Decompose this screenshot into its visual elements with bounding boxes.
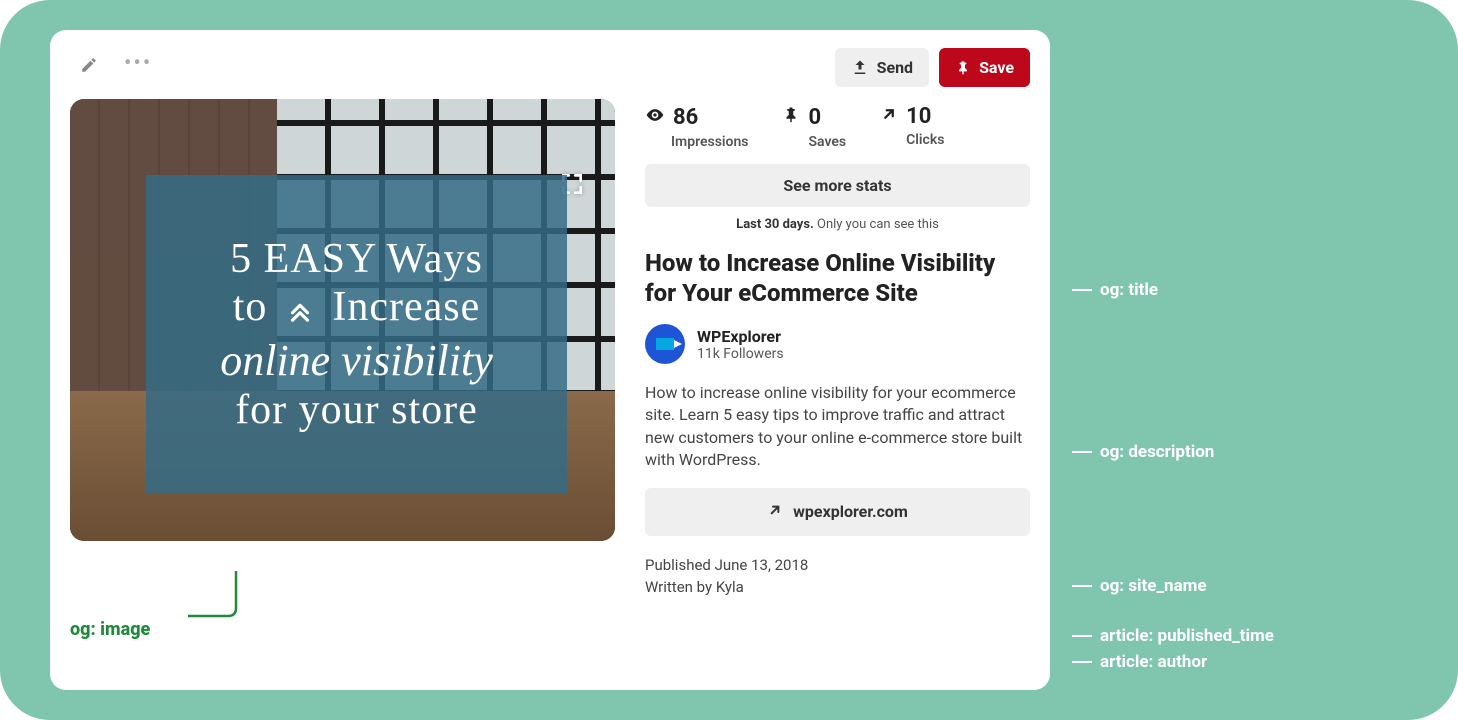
chevron-up-icon [285, 287, 315, 335]
stat-impressions: 86 Impressions [645, 105, 748, 150]
stats-row: 86 Impressions 0 Saves [645, 105, 1030, 150]
save-button[interactable]: Save [939, 48, 1030, 87]
source-name: WPExplorer [697, 327, 784, 346]
avatar [645, 324, 685, 364]
published-line: Published June 13, 2018 [645, 554, 1030, 577]
annotation-og-image: og: image [70, 619, 150, 640]
saves-value: 0 [808, 107, 821, 129]
stats-disclaimer: Last 30 days. Only you can see this [645, 217, 1030, 232]
pushpin-small-icon [782, 105, 800, 130]
arrow-upright-icon [767, 502, 783, 522]
overlay-line4: for your store [220, 386, 493, 434]
overlay-line3: online visibility [220, 335, 493, 386]
author-line: Written by Kyla [645, 576, 1030, 599]
send-label: Send [877, 58, 913, 77]
send-button[interactable]: Send [835, 48, 929, 87]
annotation-og-image-connector [188, 566, 248, 630]
see-more-stats-button[interactable]: See more stats [645, 164, 1030, 207]
saves-label: Saves [808, 134, 846, 150]
arrow-upright-icon [880, 105, 898, 128]
annotation-og-title: og: title [1072, 280, 1158, 300]
overlay-line2a: to [233, 284, 268, 330]
annotation-author: article: author [1072, 652, 1207, 672]
stat-saves: 0 Saves [782, 105, 846, 150]
image-overlay: 5 EASY Ways to Increase online visibilit… [146, 175, 567, 493]
clicks-value: 10 [906, 106, 931, 128]
edit-icon[interactable] [80, 56, 98, 79]
pin-title: How to Increase Online Visibility for Yo… [645, 248, 1030, 308]
pin-description: How to increase online visibility for yo… [645, 382, 1030, 472]
last30-bold: Last 30 days. [736, 217, 814, 232]
impressions-value: 86 [673, 107, 698, 129]
pushpin-icon [955, 59, 971, 77]
overlay-line2b: Increase [332, 284, 480, 330]
annotation-og-description: og: description [1072, 442, 1214, 462]
source-row[interactable]: WPExplorer 11k Followers [645, 324, 1030, 364]
eye-icon [645, 105, 665, 130]
site-name: wpexplorer.com [793, 502, 908, 521]
source-followers: 11k Followers [697, 346, 784, 362]
annotation-published-time: article: published_time [1072, 626, 1274, 646]
save-label: Save [979, 58, 1014, 77]
top-bar: ••• Send Save [70, 48, 1030, 87]
annotation-og-site-name: og: site_name [1072, 576, 1207, 596]
site-link-button[interactable]: wpexplorer.com [645, 488, 1030, 536]
stat-clicks: 10 Clicks [880, 105, 944, 150]
upload-icon [851, 59, 869, 77]
pin-image[interactable]: 5 EASY Ways to Increase online visibilit… [70, 99, 615, 541]
clicks-label: Clicks [906, 132, 944, 148]
last30-rest: Only you can see this [814, 217, 939, 232]
diagram-canvas: ••• Send Save [0, 0, 1458, 720]
impressions-label: Impressions [671, 134, 748, 150]
overlay-line1: 5 EASY Ways [220, 235, 493, 283]
